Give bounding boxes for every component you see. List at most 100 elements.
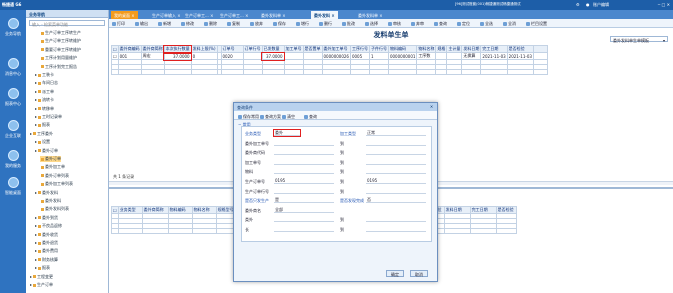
column-header[interactable]: 订单号 (220, 45, 244, 53)
tree-node[interactable]: ▸ 报表 (35, 265, 50, 271)
toolbar-unapprove-button[interactable]: 弃审 (411, 21, 424, 27)
tree-node[interactable]: ▸ 工装卡 (35, 72, 54, 78)
cancel-button[interactable]: 取消 (410, 270, 428, 277)
tab-4[interactable]: 委外发料单 × (258, 11, 289, 19)
field-input[interactable] (366, 149, 426, 156)
tree-node[interactable]: ▸ 设置 (35, 139, 50, 145)
table-row[interactable]: ☐ 001 周宏 37.0000 0 0020 37.0000 0000000026 0005 1… (111, 51, 548, 61)
field-input[interactable] (366, 140, 426, 146)
toolbar-query-button[interactable]: 查询 (434, 21, 447, 27)
close-icon[interactable]: × (176, 13, 180, 18)
column-header[interactable]: 委外商简称 (140, 45, 165, 53)
close-icon[interactable]: ✕ (429, 104, 434, 109)
field-input[interactable] (274, 140, 334, 146)
tree-node[interactable]: ▸ 委外收货 (35, 232, 58, 238)
tree-node[interactable]: ▸ 车间日志 (35, 80, 58, 86)
field-input[interactable]: 0195 (366, 178, 426, 184)
column-header[interactable]: 主计量 (446, 45, 463, 53)
tree-node[interactable]: 委外发料列表 (40, 206, 69, 212)
tree-node[interactable]: 委外订单 (40, 156, 61, 162)
tree-node[interactable]: ▸ 委外订单 (35, 148, 58, 154)
nav-business[interactable]: 业务导航 (2, 18, 24, 40)
toolbar-uncheck-all-button[interactable]: 全消 (503, 21, 516, 27)
tree-node[interactable]: 生产订单工序转维护 (40, 38, 81, 44)
toolbar-columns-button[interactable]: 栏目设置 (526, 21, 547, 27)
toolbar-edit-button[interactable]: 修改 (181, 21, 194, 27)
tree-node[interactable]: ▸ 工程变更 (30, 274, 53, 280)
column-header[interactable]: ☐ (111, 206, 119, 214)
dialog-clear-button[interactable]: 清空 (282, 114, 295, 120)
minimize-button[interactable]: ─ (658, 2, 660, 7)
dialog-scheme-button[interactable]: 查询方案 (260, 114, 281, 120)
tree-node[interactable]: ▸ 不良品返修 (35, 223, 62, 229)
toolbar-save-button[interactable]: 保存 (273, 21, 286, 27)
tree-node[interactable]: 生产订单工序转生产 (40, 30, 81, 36)
tree-node[interactable]: ▸ 委外费用 (35, 248, 58, 254)
column-header[interactable]: 已发数量 (261, 45, 285, 53)
tab-0[interactable]: 我的桌面 × (111, 11, 138, 19)
format-select[interactable]: 委外发料单生单模板 ▾ (610, 36, 668, 43)
user-icon[interactable]: ● (586, 2, 590, 7)
tree-node[interactable]: 委外加工单列表 (40, 181, 73, 187)
field-input[interactable] (366, 226, 426, 232)
toolbar-delete-button[interactable]: 删除 (204, 21, 217, 27)
row-checkbox[interactable]: ☐ (113, 54, 117, 59)
tree-node[interactable]: 工序计划完工报告 (40, 64, 77, 70)
column-header[interactable]: 本次执行数量 (163, 44, 193, 54)
nav-services[interactable]: 我的服务 (2, 150, 24, 172)
field-input[interactable] (366, 159, 426, 165)
tree-node[interactable]: 重要订单工序转维护 (40, 47, 81, 53)
column-header[interactable]: 子件行号 (368, 45, 389, 53)
column-header[interactable]: 物料名称 (191, 206, 217, 214)
tree-search-input[interactable]: 输入 - 检索菜单功能 (29, 20, 105, 27)
table-cell[interactable]: 37.0000 (163, 51, 193, 61)
tree-node[interactable]: ▸ 工序委外 (30, 131, 53, 137)
tab-6[interactable]: 委外发料单 × (355, 11, 386, 19)
field-input[interactable] (274, 149, 334, 156)
column-header[interactable]: 委外加工单号 (321, 45, 351, 53)
field-input[interactable]: 委外 (273, 129, 301, 137)
tree-node[interactable]: ▸ 委外退货 (35, 240, 58, 246)
column-header[interactable]: 规格 (435, 45, 448, 53)
close-icon[interactable]: × (330, 13, 334, 18)
field-input[interactable] (366, 188, 426, 194)
field-input[interactable]: 是 (274, 197, 334, 204)
column-header[interactable]: 业务类型 (117, 206, 143, 214)
toolbar-add-button[interactable]: 新增 (158, 21, 171, 27)
column-header[interactable]: 完工日期 (480, 45, 508, 53)
dialog-search-button[interactable]: 查询 (304, 114, 317, 120)
field-input[interactable] (274, 159, 334, 165)
tree-node[interactable]: ▸ 委外到货 (35, 215, 58, 221)
close-icon[interactable]: × (209, 13, 213, 18)
toolbar-delete-row-button[interactable]: 删行 (319, 21, 332, 27)
field-input[interactable] (274, 216, 334, 223)
toolbar-batch-edit-button[interactable]: 批改 (342, 21, 355, 27)
column-header[interactable]: 完工日期 (469, 206, 497, 214)
ok-button[interactable]: 确定 (386, 270, 404, 277)
close-icon[interactable]: × (244, 13, 248, 18)
field-input[interactable] (366, 168, 426, 175)
tab-1[interactable]: 生产订单输入 × (149, 11, 184, 19)
field-input[interactable] (366, 216, 426, 223)
tree-node[interactable]: ▸ 流转卡 (35, 97, 54, 103)
user-menu[interactable]: 账户编辑 (593, 2, 609, 8)
field-input[interactable]: 否 (366, 197, 426, 204)
tree-node[interactable]: ▸ 转移单 (35, 106, 54, 112)
column-header[interactable]: 发料日期 (461, 45, 482, 53)
field-input[interactable]: 0195 (274, 178, 334, 184)
tab-2[interactable]: 生产订单工... × (182, 11, 216, 19)
toolbar-print-button[interactable]: 打印 (112, 21, 125, 27)
tree-node[interactable]: ▸ 报表 (35, 122, 50, 128)
column-header[interactable]: 是否检验 (495, 206, 517, 214)
column-header[interactable]: 物料编码 (387, 45, 418, 53)
field-input[interactable]: 正常 (366, 130, 426, 136)
select-all-checkbox[interactable]: ☐ (113, 208, 117, 213)
toolbar-undo-button[interactable]: 放弃 (250, 21, 263, 27)
nav-messages[interactable]: 消息中心 (2, 58, 24, 80)
toolbar-check-all-button[interactable]: 全选 (480, 21, 493, 27)
column-header[interactable]: ☐ (111, 45, 119, 53)
close-icon[interactable]: × (378, 13, 382, 18)
column-header[interactable]: 订单行号 (242, 45, 263, 53)
close-icon[interactable]: × (281, 13, 285, 18)
tree-node[interactable]: ▸ 委外发料 (35, 190, 58, 196)
